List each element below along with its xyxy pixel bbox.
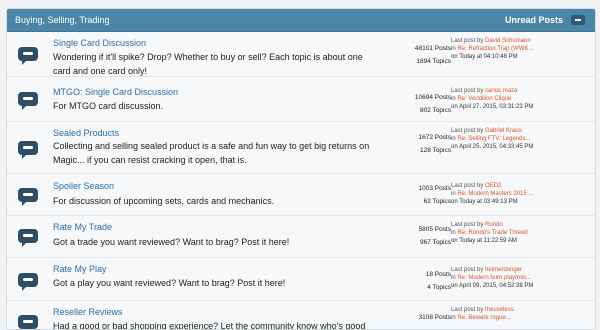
last-post-time: on April 09, 2015, 04:52:38 PM: [451, 283, 534, 289]
collapse-button[interactable]: [571, 15, 585, 25]
last-post-in-label: in: [451, 191, 456, 197]
forum-stats: 5805 Posts 967 Topics: [367, 223, 451, 249]
forum-name-link[interactable]: Spoiler Season: [53, 181, 114, 191]
category-header: Buying, Selling, Trading Unread Posts: [7, 9, 595, 32]
category-title[interactable]: Buying, Selling, Trading: [15, 15, 110, 25]
last-post-thread-link[interactable]: Re: Modern burn play/mis...: [457, 275, 531, 281]
last-post-thread-link[interactable]: Re: Refraction Trap (WWK...: [457, 46, 533, 52]
forum-stats: 10694 Posts 802 Topics: [367, 91, 451, 117]
last-post-author-link[interactable]: theuseless: [485, 307, 514, 313]
last-post-time: on Today at 04:10:48 PM: [451, 54, 518, 60]
post-count: 5805 Posts: [418, 226, 451, 233]
forum-row[interactable]: Rate My Trade Got a trade you want review…: [7, 216, 595, 258]
last-post-time: on April 25, 2015, 04:33:45 PM: [451, 144, 534, 150]
forum-stats: 3108 Posts: [367, 311, 451, 324]
speech-bubble-icon: [17, 46, 39, 66]
last-post-thread-link[interactable]: Re: Selling FTV: Legends...: [457, 136, 530, 142]
last-post-in-label: in: [451, 230, 456, 236]
board-category: Buying, Selling, Trading Unread Posts Si…: [6, 8, 596, 330]
last-post-info: Last post by carlos maza in Re: Vendilion…: [451, 87, 591, 111]
speech-bubble-icon: [17, 91, 39, 111]
last-post-author-link[interactable]: heimerdonger: [485, 267, 522, 273]
forum-row[interactable]: Single Card Discussion Wondering if it'll…: [7, 32, 595, 77]
last-post-info: Last post by heimerdonger in Re: Modern b…: [451, 266, 591, 290]
last-post-in-label: in: [451, 96, 456, 102]
last-post-author-link[interactable]: Rondo: [485, 222, 503, 228]
post-count: 3108 Posts: [418, 314, 451, 321]
last-post-thread-link[interactable]: Re: Beware rogue...: [457, 315, 510, 321]
last-post-by-label: Last post by: [451, 307, 484, 313]
last-post-in-label: in: [451, 275, 456, 281]
last-post-info: Last post by theuseless in Re: Beware rog…: [451, 306, 591, 322]
forum-description: Wondering if it'll spike? Drop? Whether …: [53, 52, 363, 76]
forum-name-link[interactable]: Single Card Discussion: [53, 38, 146, 48]
last-post-in-label: in: [451, 315, 456, 321]
forum-row[interactable]: Rate My Play Got a play you want reviewed…: [7, 258, 595, 301]
forum-name-link[interactable]: Reseller Reviews: [53, 307, 123, 317]
forum-description: For MTGO card discussion.: [53, 101, 164, 111]
topic-count: 128 Topics: [420, 147, 451, 154]
forum-stats: 18 Posts 4 Topics: [367, 268, 451, 294]
topic-count: 62 Topics: [423, 198, 451, 205]
last-post-author-link[interactable]: OED2: [485, 183, 501, 189]
speech-bubble-icon: [17, 228, 39, 248]
last-post-time: on Today at 03:49:13 PM: [451, 199, 518, 205]
topic-count: 1894 Topics: [416, 58, 451, 65]
last-post-author-link[interactable]: carlos maza: [485, 88, 517, 94]
last-post-time: on Today at 11:22:59 AM: [451, 238, 517, 244]
forum-row[interactable]: Sealed Products Collecting and selling se…: [7, 122, 595, 174]
forum-row[interactable]: Spoiler Season For discussion of upcoming…: [7, 174, 595, 216]
topic-count: 4 Topics: [427, 284, 451, 291]
forum-name-link[interactable]: Rate My Trade: [53, 222, 112, 232]
forum-description: For discussion of upcoming sets, cards a…: [53, 196, 275, 206]
minus-icon: [575, 19, 581, 21]
last-post-info: Last post by Rondo in Re: Rondo's Trade T…: [451, 221, 591, 245]
post-count: 10694 Posts: [414, 94, 451, 101]
speech-bubble-icon: [17, 187, 39, 207]
forum-name-link[interactable]: Rate My Play: [53, 264, 107, 274]
topic-count: 802 Topics: [420, 107, 451, 114]
forum-description: Got a play you want reviewed? Want to br…: [53, 278, 286, 288]
speech-bubble-icon: [17, 140, 39, 160]
last-post-by-label: Last post by: [451, 88, 484, 94]
last-post-by-label: Last post by: [451, 222, 484, 228]
forum-stats: 1672 Posts 128 Topics: [367, 131, 451, 157]
post-count: 1672 Posts: [418, 134, 451, 141]
last-post-info: Last post by OED2 in Re: Modern Masters 2…: [451, 182, 591, 206]
forum-row[interactable]: Reseller Reviews Had a good or bad shoppi…: [7, 301, 595, 330]
forum-name-link[interactable]: Sealed Products: [53, 128, 119, 138]
last-post-by-label: Last post by: [451, 267, 484, 273]
last-post-in-label: in: [451, 46, 456, 52]
speech-bubble-icon: [17, 314, 39, 329]
forum-name-link[interactable]: MTGO: Single Card Discussion: [53, 87, 178, 97]
last-post-info: Last post by Gabriel Kraus in Re: Selling…: [451, 127, 591, 151]
speech-bubble-icon: [17, 272, 39, 292]
last-post-thread-link[interactable]: Re: Vendilion Clique: [457, 96, 511, 102]
post-count: 48101 Posts: [414, 45, 451, 52]
last-post-info: Last post by David Schumann in Re: Refrac…: [451, 37, 591, 61]
last-post-thread-link[interactable]: Re: Rondo's Trade Thread: [457, 230, 527, 236]
last-post-author-link[interactable]: David Schumann: [485, 38, 531, 44]
last-post-time: on April 27, 2015, 03:31:23 PM: [451, 104, 534, 110]
topic-count: 967 Topics: [420, 239, 451, 246]
post-count: 1003 Posts: [418, 185, 451, 192]
last-post-author-link[interactable]: Gabriel Kraus: [485, 128, 522, 134]
last-post-by-label: Last post by: [451, 128, 484, 134]
last-post-in-label: in: [451, 136, 456, 142]
forum-description: Collecting and selling sealed product is…: [53, 141, 370, 165]
unread-posts-link[interactable]: Unread Posts: [505, 15, 563, 25]
forum-description: Got a trade you want reviewed? Want to b…: [53, 237, 290, 247]
forum-row[interactable]: MTGO: Single Card Discussion For MTGO car…: [7, 77, 595, 122]
last-post-by-label: Last post by: [451, 183, 484, 189]
forum-stats: 48101 Posts 1894 Topics: [367, 42, 451, 68]
last-post-by-label: Last post by: [451, 38, 484, 44]
forum-description: Had a good or bad shopping experience? L…: [53, 321, 366, 330]
forum-stats: 1003 Posts 62 Topics: [367, 182, 451, 208]
post-count: 18 Posts: [425, 271, 451, 278]
header-actions: Unread Posts: [505, 15, 585, 25]
last-post-thread-link[interactable]: Re: Modern Masters 2015 ...: [457, 191, 533, 197]
